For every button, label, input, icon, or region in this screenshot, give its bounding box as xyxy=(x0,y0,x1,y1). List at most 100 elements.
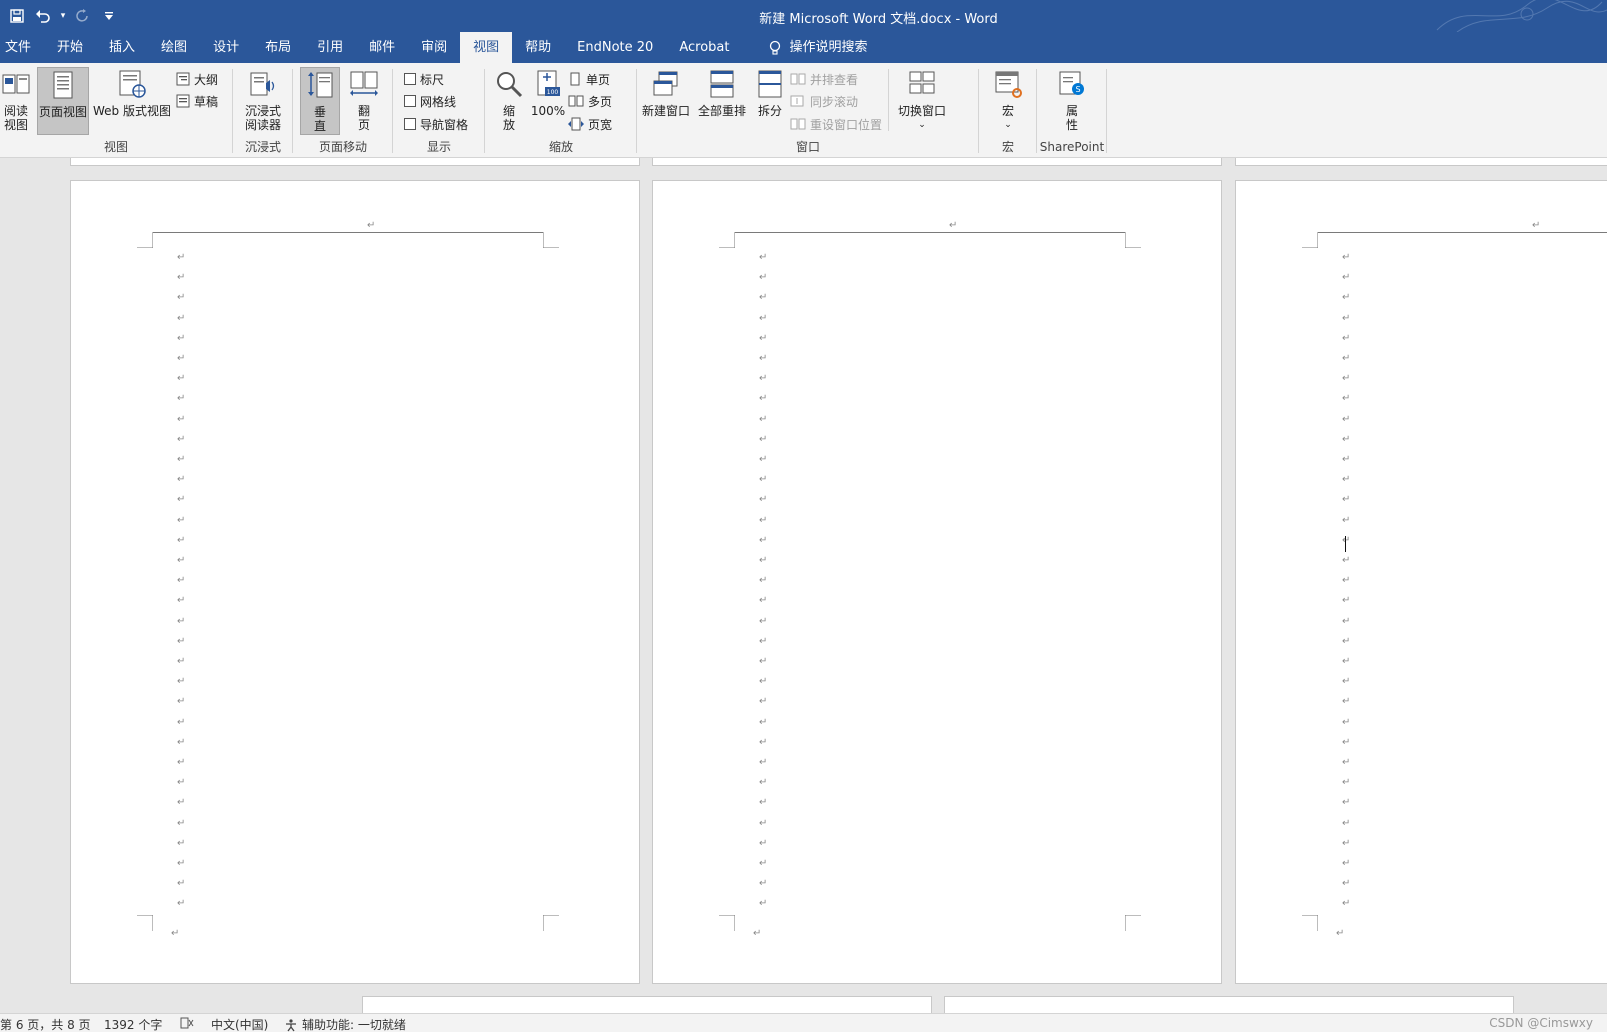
paragraph-mark[interactable]: ↵ xyxy=(177,313,185,324)
paragraph-mark[interactable]: ↵ xyxy=(177,293,185,303)
web-layout-button[interactable]: Web 版式视图 xyxy=(92,67,172,135)
paragraph-mark[interactable]: ↵ xyxy=(759,515,767,526)
paragraph-mark[interactable]: ↵ xyxy=(1342,475,1350,485)
paragraph-mark[interactable]: ↵ xyxy=(1342,677,1350,687)
paragraph-mark[interactable]: ↵ xyxy=(177,717,185,728)
paragraph-mark[interactable]: ↵ xyxy=(1342,879,1350,889)
paragraph-mark[interactable]: ↵ xyxy=(1342,758,1350,768)
paragraph-mark[interactable]: ↵ xyxy=(759,616,767,627)
paragraph-mark[interactable]: ↵ xyxy=(759,535,767,546)
paragraph-mark[interactable]: ↵ xyxy=(1342,354,1350,364)
zoom-100-button[interactable]: 100 100% xyxy=(530,67,566,127)
tab-draw[interactable]: 绘图 xyxy=(148,32,200,63)
paragraph-mark[interactable]: ↵ xyxy=(759,798,767,808)
one-page-button[interactable]: 单页 xyxy=(568,69,610,89)
switch-windows-button[interactable]: 切换窗口 ⌄ xyxy=(894,67,950,133)
paragraph-mark[interactable]: ↵ xyxy=(759,414,767,425)
paragraph-mark[interactable]: ↵ xyxy=(759,636,767,647)
ruler-checkbox[interactable]: 标尺 xyxy=(404,69,444,89)
paragraph-mark[interactable]: ↵ xyxy=(759,596,767,606)
sync-scroll-button[interactable]: 同步滚动 xyxy=(790,91,858,111)
document-page[interactable]: ↵ ↵ ↵ ↵ ↵ ↵ ↵ ↵ ↵ ↵ ↵ ↵ ↵ ↵ ↵ ↵ ↵ ↵ ↵ ↵ ↵ ↵ ↵ ↵ ↵ ↵ ↵ ↵ ↵ ↵ ↵ ↵ ↵ ↵ ↵ xyxy=(652,180,1222,984)
paragraph-mark[interactable]: ↵ xyxy=(177,374,185,384)
paragraph-mark[interactable]: ↵ xyxy=(177,253,185,263)
gridlines-checkbox[interactable]: 网格线 xyxy=(404,91,456,111)
paragraph-mark[interactable]: ↵ xyxy=(177,596,185,606)
new-window-button[interactable]: 新建窗口 xyxy=(640,67,692,127)
paragraph-mark[interactable]: ↵ xyxy=(177,677,185,687)
paragraph-mark[interactable]: ↵ xyxy=(759,434,767,445)
paragraph-mark[interactable]: ↵ xyxy=(759,475,767,485)
arrange-all-button[interactable]: 全部重排 xyxy=(696,67,748,127)
side-to-side-button[interactable]: 翻 页 xyxy=(344,67,384,135)
paragraph-mark[interactable]: ↵ xyxy=(759,495,767,505)
page-width-button[interactable]: 页宽 xyxy=(568,114,612,134)
paragraph-mark[interactable]: ↵ xyxy=(1342,576,1350,586)
tab-layout[interactable]: 布局 xyxy=(252,32,304,63)
tab-design[interactable]: 设计 xyxy=(200,32,252,63)
paragraph-mark[interactable]: ↵ xyxy=(177,434,185,445)
proofing-icon[interactable] xyxy=(180,1016,194,1032)
document-page[interactable]: ↵ ↵ ↵ ↵ ↵ ↵ ↵ ↵ ↵ ↵ ↵ ↵ ↵ ↵ ↵ ↵ ↵ ↵ ↵ ↵ ↵ ↵ ↵ ↵ ↵ ↵ ↵ ↵ ↵ ↵ ↵ ↵ ↵ ↵ ↵ xyxy=(1235,180,1607,984)
paragraph-mark[interactable]: ↵ xyxy=(177,414,185,425)
tab-home[interactable]: 开始 xyxy=(44,32,96,63)
tab-mailings[interactable]: 邮件 xyxy=(356,32,408,63)
paragraph-mark[interactable]: ↵ xyxy=(1342,535,1350,546)
paragraph-mark[interactable]: ↵ xyxy=(177,394,185,404)
immersive-reader-button[interactable]: 沉浸式 阅读器 xyxy=(238,67,288,137)
gridlines-checkbox-box[interactable] xyxy=(404,95,416,107)
paragraph-mark[interactable]: ↵ xyxy=(1342,697,1350,707)
paragraph-mark[interactable]: ↵ xyxy=(1342,899,1350,909)
paragraph-mark[interactable]: ↵ xyxy=(177,616,185,627)
paragraph-mark[interactable]: ↵ xyxy=(1342,313,1350,324)
paragraph-mark[interactable]: ↵ xyxy=(177,818,185,829)
view-side-by-side-button[interactable]: 并排查看 xyxy=(790,69,858,89)
paragraph-mark[interactable]: ↵ xyxy=(759,313,767,324)
vertical-button[interactable]: 垂 直 xyxy=(300,67,340,135)
paragraph-mark[interactable]: ↵ xyxy=(759,354,767,364)
tab-view[interactable]: 视图 xyxy=(460,32,513,63)
paragraph-mark[interactable]: ↵ xyxy=(177,798,185,808)
paragraph-mark[interactable]: ↵ xyxy=(1342,636,1350,647)
paragraph-mark[interactable]: ↵ xyxy=(1342,778,1350,788)
paragraph-mark[interactable]: ↵ xyxy=(759,697,767,707)
paragraph-mark[interactable]: ↵ xyxy=(177,475,185,485)
tab-endnote[interactable]: EndNote 20 xyxy=(564,32,666,63)
paragraph-mark[interactable]: ↵ xyxy=(759,717,767,728)
paragraph-mark[interactable]: ↵ xyxy=(1342,798,1350,808)
paragraph-mark[interactable]: ↵ xyxy=(1342,859,1350,869)
multiple-pages-button[interactable]: 多页 xyxy=(568,91,612,111)
paragraph-mark[interactable]: ↵ xyxy=(1342,434,1350,445)
paragraph-mark[interactable]: ↵ xyxy=(177,535,185,546)
tab-help[interactable]: 帮助 xyxy=(512,32,564,63)
paragraph-mark[interactable]: ↵ xyxy=(1342,455,1350,465)
paragraph-mark[interactable]: ↵ xyxy=(1342,374,1350,384)
paragraph-mark[interactable]: ↵ xyxy=(177,657,185,667)
nav-pane-checkbox[interactable]: 导航窗格 xyxy=(404,114,468,134)
paragraph-mark[interactable]: ↵ xyxy=(1342,253,1350,263)
paragraph-mark[interactable]: ↵ xyxy=(759,394,767,404)
tab-references[interactable]: 引用 xyxy=(304,32,356,63)
paragraph-mark[interactable]: ↵ xyxy=(177,495,185,505)
paragraph-mark[interactable]: ↵ xyxy=(177,758,185,768)
paragraph-mark[interactable]: ↵ xyxy=(177,576,185,586)
paragraph-mark[interactable]: ↵ xyxy=(759,333,767,344)
paragraph-mark[interactable]: ↵ xyxy=(1342,838,1350,849)
paragraph-mark[interactable]: ↵ xyxy=(759,657,767,667)
paragraph-mark[interactable]: ↵ xyxy=(1342,616,1350,627)
paragraph-mark[interactable]: ↵ xyxy=(759,838,767,849)
paragraph-mark[interactable]: ↵ xyxy=(1342,515,1350,526)
accessibility-status[interactable]: 辅助功能: 一切就绪 xyxy=(284,1016,406,1032)
paragraph-mark[interactable]: ↵ xyxy=(759,374,767,384)
paragraph-mark[interactable]: ↵ xyxy=(1342,737,1350,748)
paragraph-mark[interactable]: ↵ xyxy=(759,253,767,263)
tell-me-search[interactable]: 操作说明搜索 xyxy=(756,32,880,63)
paragraph-mark[interactable]: ↵ xyxy=(177,455,185,465)
outline-button[interactable]: 大纲 xyxy=(176,69,218,89)
paragraph-mark[interactable]: ↵ xyxy=(177,556,185,566)
paragraph-mark[interactable]: ↵ xyxy=(759,556,767,566)
paragraph-mark[interactable]: ↵ xyxy=(759,293,767,303)
paragraph-mark[interactable]: ↵ xyxy=(177,354,185,364)
paragraph-mark[interactable]: ↵ xyxy=(177,697,185,707)
split-button[interactable]: 拆分 xyxy=(752,67,788,127)
